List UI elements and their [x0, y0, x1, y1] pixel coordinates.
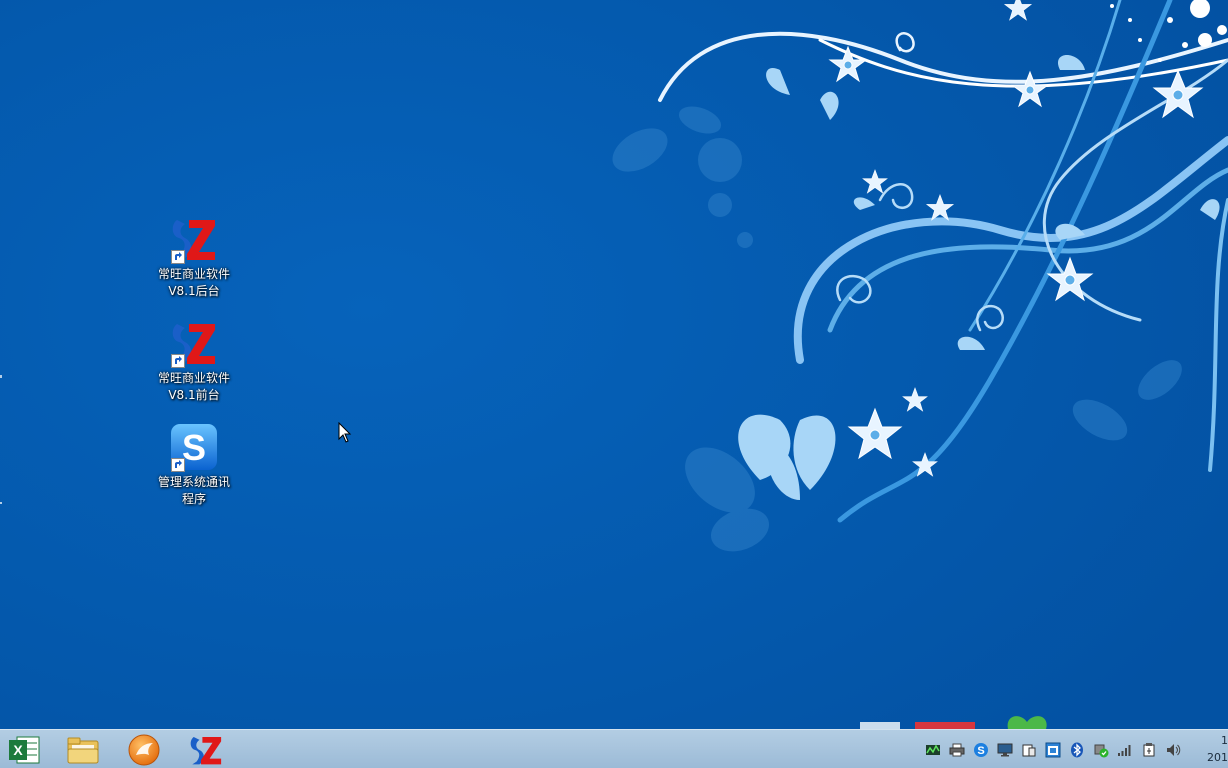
desktop-icon-sz-backend[interactable]: 常旺商业软件V8.1后台	[154, 214, 234, 300]
printer-icon[interactable]	[949, 742, 965, 758]
shortcut-arrow-icon	[171, 250, 185, 264]
taskbar: X S 1 201	[0, 729, 1228, 768]
volume-icon[interactable]	[1165, 742, 1181, 758]
desktop-icon-sz-frontend[interactable]: 常旺商业软件V8.1前台	[154, 318, 234, 404]
taskbar-sz-app-button[interactable]	[182, 732, 230, 768]
shortcut-arrow-icon	[171, 458, 185, 472]
device-icon[interactable]	[1021, 742, 1037, 758]
clock-time: 1	[1221, 734, 1228, 747]
sz-logo-icon	[169, 214, 219, 264]
security-icon[interactable]	[1093, 742, 1109, 758]
orange-circle-icon	[128, 734, 160, 766]
network-activity-icon[interactable]	[925, 742, 941, 758]
system-tray: S	[925, 730, 1189, 768]
s-app-icon[interactable]: S	[973, 742, 989, 758]
folder-icon	[67, 737, 99, 764]
icon-label: 常旺商业软件V8.1前台	[157, 371, 230, 402]
blue-s-icon: S	[169, 422, 219, 472]
svg-text:S: S	[977, 745, 984, 757]
usb-icon[interactable]	[1141, 742, 1157, 758]
desktop: 常旺商业软件V8.1后台 常旺商业软件V8.1前台 S 管理系统通讯程序 X S…	[0, 0, 1228, 768]
taskbar-media-button[interactable]	[120, 732, 168, 768]
taskbar-excel-button[interactable]: X	[0, 732, 48, 768]
app-window-icon[interactable]	[1045, 742, 1061, 758]
shortcut-arrow-icon	[171, 354, 185, 368]
mouse-cursor-icon	[338, 422, 352, 443]
taskbar-explorer-button[interactable]	[59, 732, 107, 768]
signal-icon[interactable]	[1117, 742, 1133, 758]
desktop-icon-comm-program[interactable]: S 管理系统通讯程序	[154, 422, 234, 508]
clock-date: 201	[1207, 751, 1228, 764]
icon-label: 管理系统通讯程序	[157, 475, 230, 506]
bluetooth-icon[interactable]	[1069, 742, 1085, 758]
excel-icon: X	[9, 736, 40, 764]
icon-label: 常旺商业软件V8.1后台	[157, 267, 230, 298]
svg-text:X: X	[13, 742, 23, 758]
taskbar-clock[interactable]: 1 201	[1203, 732, 1228, 768]
monitor-icon[interactable]	[997, 742, 1013, 758]
sz-logo-icon	[190, 737, 222, 765]
svg-text:S: S	[182, 427, 206, 468]
sz-logo-icon	[169, 318, 219, 368]
